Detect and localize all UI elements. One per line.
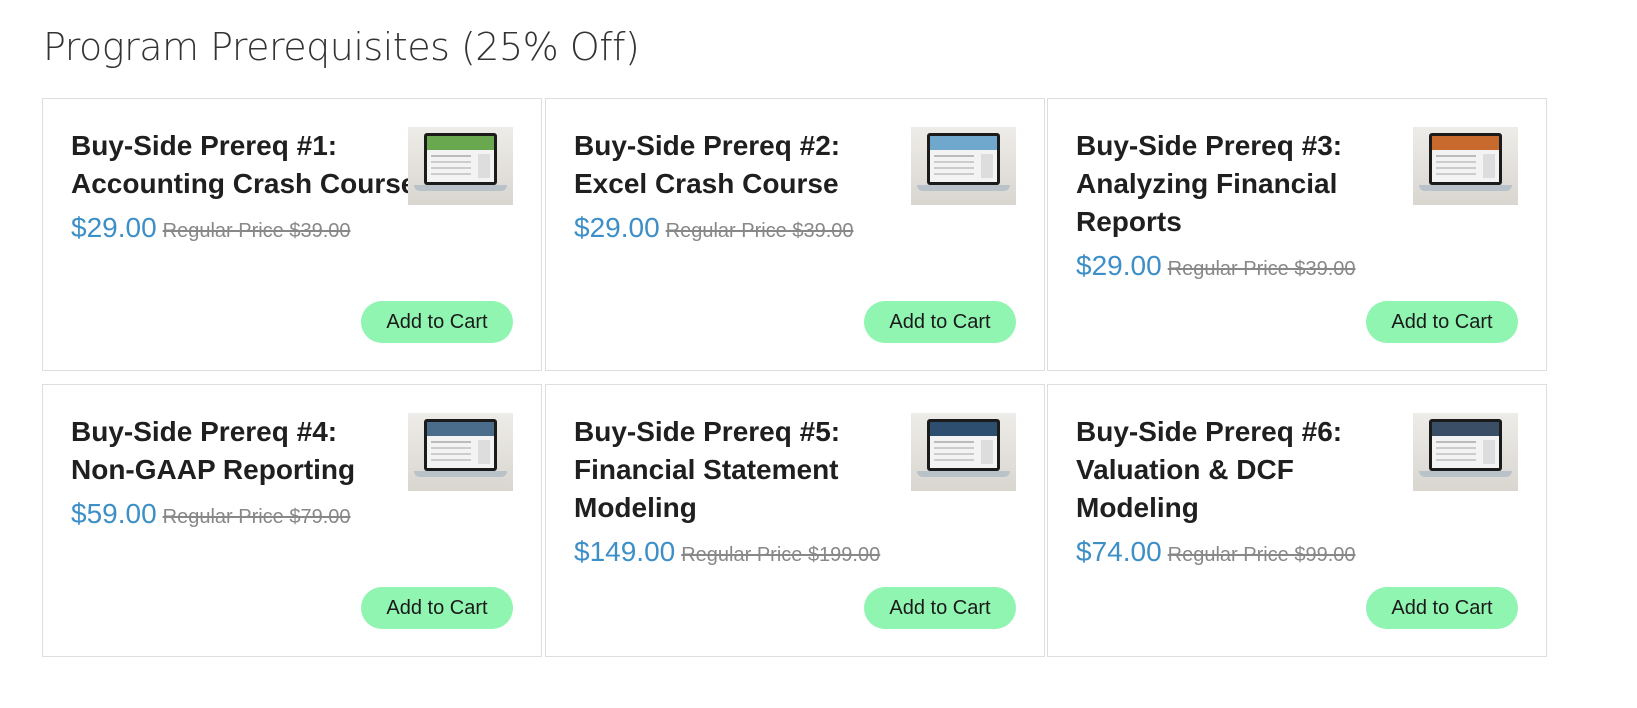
price-row: $29.00 Regular Price $39.00 — [71, 209, 411, 250]
add-to-cart-button[interactable]: Add to Cart — [864, 301, 1016, 343]
product-title-line: Buy-Side Prereq #6: — [1076, 416, 1343, 447]
price-row: $59.00 Regular Price $79.00 — [71, 495, 411, 536]
product-title-line: Analyzing Financial — [1076, 168, 1338, 199]
price-row: $29.00 Regular Price $39.00 — [574, 209, 914, 250]
laptop-screen-image — [424, 133, 497, 185]
product-title-line: Accounting Crash Course — [71, 168, 417, 199]
product-title[interactable]: Buy-Side Prereq #2: Excel Crash Course $… — [574, 127, 914, 250]
product-title-line: Modeling — [574, 492, 697, 523]
sale-price: $29.00 — [574, 212, 660, 243]
product-title-line: Buy-Side Prereq #1: — [71, 130, 338, 161]
product-title-line: Buy-Side Prereq #5: — [574, 416, 841, 447]
product-title[interactable]: Buy-Side Prereq #6: Valuation & DCF Mode… — [1076, 413, 1416, 574]
product-title[interactable]: Buy-Side Prereq #5: Financial Statement … — [574, 413, 914, 574]
product-card: Buy-Side Prereq #2: Excel Crash Course $… — [545, 98, 1045, 371]
sale-price: $149.00 — [574, 536, 676, 567]
product-thumbnail[interactable] — [911, 127, 1016, 205]
product-title-line: Modeling — [1076, 492, 1199, 523]
price-row: $29.00 Regular Price $39.00 — [1076, 247, 1416, 288]
product-card: Buy-Side Prereq #4: Non-GAAP Reporting $… — [42, 384, 542, 657]
laptop-screen-image — [1429, 133, 1502, 185]
sale-price: $29.00 — [71, 212, 157, 243]
product-thumbnail[interactable] — [408, 127, 513, 205]
regular-price: Regular Price $99.00 — [1167, 544, 1356, 566]
laptop-screen-image — [1429, 419, 1502, 471]
product-title-line: Financial Statement — [574, 454, 839, 485]
price-row: $74.00 Regular Price $99.00 — [1076, 533, 1416, 574]
product-card: Buy-Side Prereq #3: Analyzing Financial … — [1047, 98, 1547, 371]
laptop-screen-image — [927, 133, 1000, 185]
sale-price: $59.00 — [71, 498, 157, 529]
product-title-line: Excel Crash Course — [574, 168, 839, 199]
regular-price: Regular Price $39.00 — [162, 220, 351, 242]
product-thumbnail[interactable] — [1413, 127, 1518, 205]
product-title-line: Buy-Side Prereq #2: — [574, 130, 841, 161]
add-to-cart-button[interactable]: Add to Cart — [361, 587, 513, 629]
regular-price: Regular Price $79.00 — [162, 506, 351, 528]
sale-price: $29.00 — [1076, 250, 1162, 281]
regular-price: Regular Price $39.00 — [665, 220, 854, 242]
regular-price: Regular Price $199.00 — [681, 544, 881, 566]
product-title[interactable]: Buy-Side Prereq #1: Accounting Crash Cou… — [71, 127, 417, 250]
product-title-line: Reports — [1076, 206, 1182, 237]
regular-price: Regular Price $39.00 — [1167, 258, 1356, 280]
product-thumbnail[interactable] — [408, 413, 513, 491]
laptop-screen-image — [927, 419, 1000, 471]
product-thumbnail[interactable] — [1413, 413, 1518, 491]
price-row: $149.00 Regular Price $199.00 — [574, 533, 914, 574]
product-title-line: Buy-Side Prereq #3: — [1076, 130, 1343, 161]
product-card: Buy-Side Prereq #5: Financial Statement … — [545, 384, 1045, 657]
product-title-line: Non-GAAP Reporting — [71, 454, 356, 485]
product-title-line: Buy-Side Prereq #4: — [71, 416, 338, 447]
section-title: Program Prerequisites (25% Off) — [43, 25, 640, 69]
add-to-cart-button[interactable]: Add to Cart — [864, 587, 1016, 629]
product-card: Buy-Side Prereq #6: Valuation & DCF Mode… — [1047, 384, 1547, 657]
product-title[interactable]: Buy-Side Prereq #3: Analyzing Financial … — [1076, 127, 1416, 288]
laptop-screen-image — [424, 419, 497, 471]
product-title[interactable]: Buy-Side Prereq #4: Non-GAAP Reporting $… — [71, 413, 411, 536]
product-title-line: Valuation & DCF — [1076, 454, 1294, 485]
product-card: Buy-Side Prereq #1: Accounting Crash Cou… — [42, 98, 542, 371]
add-to-cart-button[interactable]: Add to Cart — [361, 301, 513, 343]
add-to-cart-button[interactable]: Add to Cart — [1366, 587, 1518, 629]
add-to-cart-button[interactable]: Add to Cart — [1366, 301, 1518, 343]
product-thumbnail[interactable] — [911, 413, 1016, 491]
sale-price: $74.00 — [1076, 536, 1162, 567]
